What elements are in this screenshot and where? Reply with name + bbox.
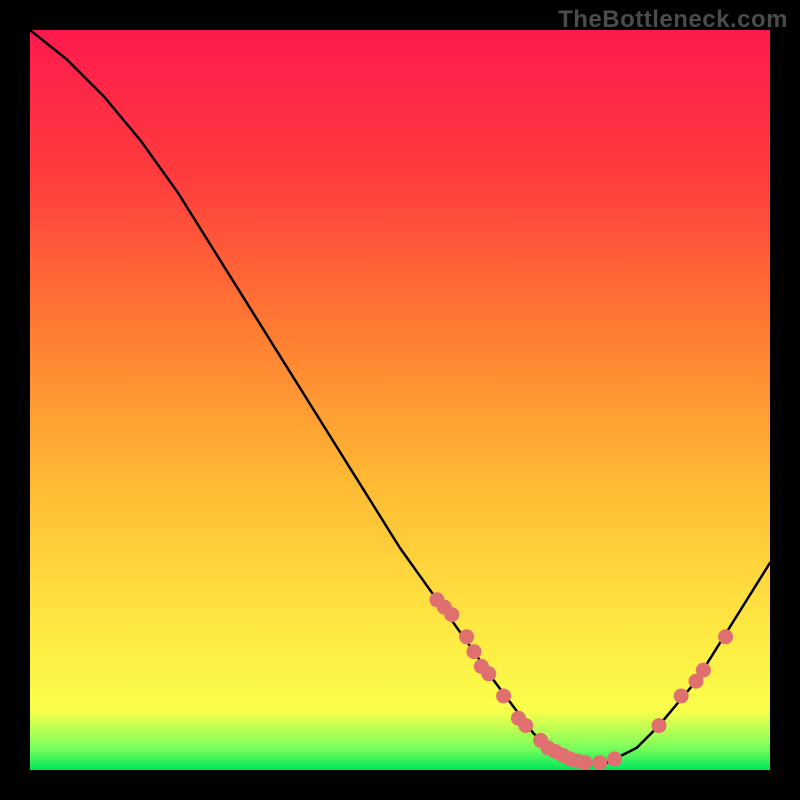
plot-area <box>30 30 770 770</box>
data-point <box>519 719 533 733</box>
data-point <box>593 756 607 770</box>
data-point <box>467 645 481 659</box>
chart-frame: TheBottleneck.com <box>0 0 800 800</box>
data-point <box>674 689 688 703</box>
data-point <box>482 667 496 681</box>
data-point <box>460 630 474 644</box>
data-point <box>445 608 459 622</box>
data-point <box>608 752 622 766</box>
data-point <box>497 689 511 703</box>
performance-curve-chart <box>30 30 770 770</box>
data-point <box>578 756 592 770</box>
data-point <box>696 663 710 677</box>
data-point <box>652 719 666 733</box>
data-point <box>719 630 733 644</box>
